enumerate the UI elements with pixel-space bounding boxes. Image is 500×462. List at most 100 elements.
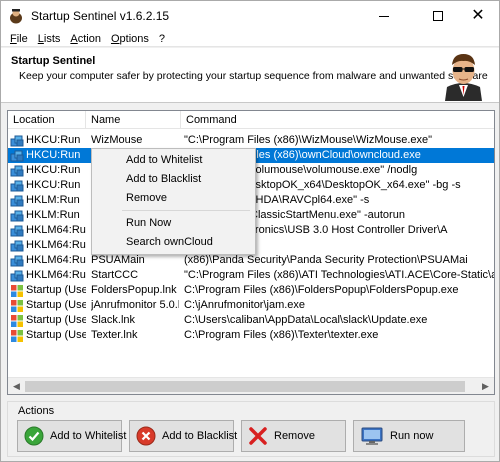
table-row[interactable]: Startup (User) jAnrufmonitor 5.0.lnk C:\jA…: [8, 298, 494, 313]
row-location-text: HKCU:Run: [26, 134, 81, 146]
row-location: HKLM64:Run: [10, 268, 86, 283]
x-circle-icon: [136, 426, 156, 446]
row-command: "C:\Program Files (x86)\ATI Technologies…: [184, 269, 494, 281]
add-to-blacklist-button[interactable]: Add to Blacklist: [129, 420, 238, 452]
menu-file-accel: F: [10, 32, 17, 45]
row-location: Startup (User): [10, 283, 86, 298]
scroll-right-icon[interactable]: ▶: [477, 378, 494, 394]
list-header: Location Name Command: [8, 111, 494, 129]
row-location-text: HKLM64:Run: [26, 269, 86, 281]
row-location-text: Startup (User): [26, 329, 86, 341]
row-location: Startup (User): [10, 328, 86, 343]
menu-help-label: ?: [158, 32, 166, 45]
close-button[interactable]: ✕: [455, 1, 500, 31]
table-row[interactable]: HKLM64:Run StartCCC "C:\Program Files (x86…: [8, 268, 494, 283]
table-row[interactable]: Startup (User) Slack.lnk C:\Users\caliban\…: [8, 313, 494, 328]
row-command: C:\Program Files (x86)\Texter\texter.exe: [184, 329, 379, 341]
remove-label: Remove: [274, 430, 315, 442]
row-command: (x86)\Panda Security\Panda Security Prot…: [184, 254, 468, 266]
table-row[interactable]: HKCU:Run WizMouse "C:\Program Files (x86)\…: [8, 133, 494, 148]
menu-action-accel: A: [70, 32, 78, 45]
ctx-search[interactable]: Search ownCloud: [92, 233, 255, 251]
menu-lists[interactable]: Lists: [33, 33, 66, 45]
maximize-icon: [433, 11, 443, 21]
registry-icon: [10, 165, 24, 176]
column-name[interactable]: Name: [86, 111, 181, 129]
row-location-text: HKLM64:Run: [26, 224, 86, 236]
column-command[interactable]: Command: [181, 111, 494, 129]
menu-options[interactable]: Options: [106, 33, 154, 45]
menu-action[interactable]: Action: [65, 33, 106, 45]
add-to-whitelist-label: Add to Whitelist: [50, 430, 127, 442]
row-name: WizMouse: [91, 134, 143, 146]
row-command: C:\Program Files (x86)\FoldersPopup\Fold…: [184, 284, 459, 296]
app-window: Startup Sentinel v1.6.2.15 ✕ File Lists …: [0, 0, 500, 462]
menu-options-accel: O: [110, 32, 120, 45]
row-location: HKLM:Run: [10, 193, 86, 208]
row-name: Texter.lnk: [91, 329, 138, 341]
shortcut-icon: [11, 284, 23, 297]
scroll-left-icon[interactable]: ◀: [8, 378, 25, 394]
ctx-remove[interactable]: Remove: [92, 189, 255, 207]
row-location-text: HKCU:Run: [26, 164, 81, 176]
row-location: HKLM:Run: [10, 208, 86, 223]
horizontal-scrollbar[interactable]: ◀ ▶: [8, 377, 494, 394]
remove-button[interactable]: Remove: [241, 420, 346, 452]
row-location-text: HKCU:Run: [26, 179, 81, 191]
menu-action-rest: ction: [77, 32, 101, 45]
registry-icon: [10, 150, 24, 161]
row-location-text: Startup (User): [26, 314, 86, 326]
check-circle-icon: [24, 426, 44, 446]
title-bar[interactable]: Startup Sentinel v1.6.2.15 ✕: [1, 1, 499, 31]
ctx-add-to-whitelist[interactable]: Add to Whitelist: [92, 151, 255, 169]
table-row[interactable]: Startup (User) Texter.lnk C:\Program Files…: [8, 328, 494, 343]
row-name: jAnrufmonitor 5.0.lnk: [91, 299, 179, 311]
row-location: HKCU:Run: [10, 178, 86, 193]
registry-icon: [10, 210, 24, 221]
context-menu: Add to Whitelist Add to Blacklist Remove…: [91, 148, 256, 255]
run-now-label: Run now: [390, 430, 434, 442]
actions-label: Actions: [18, 405, 55, 417]
row-location-text: Startup (User): [26, 299, 86, 311]
agent-mascot-icon: [445, 54, 482, 101]
table-row[interactable]: Startup (User) FoldersPopup.lnk C:\Program…: [8, 283, 494, 298]
window-title: Startup Sentinel v1.6.2.15: [31, 9, 170, 23]
row-location: HKLM64:Run: [10, 253, 86, 268]
minimize-button[interactable]: [361, 1, 407, 31]
header-description: Keep your computer safer by protecting y…: [19, 70, 488, 82]
menu-lists-rest: ists: [43, 32, 61, 45]
row-name: StartCCC: [91, 269, 139, 281]
menu-file[interactable]: File: [5, 33, 33, 45]
shortcut-icon: [11, 314, 23, 327]
table-row[interactable]: HKLM64:Run PSUAMain (x86)\Panda Security\P…: [8, 253, 494, 268]
add-to-blacklist-label: Add to Blacklist: [162, 430, 238, 442]
actions-group: Actions Add to Whitelist Add to Blacklis…: [7, 401, 495, 457]
header-title: Startup Sentinel: [11, 55, 96, 67]
close-icon: ✕: [471, 7, 485, 24]
registry-icon: [10, 225, 24, 236]
ctx-run-now[interactable]: Run Now: [92, 214, 255, 232]
shortcut-icon: [11, 329, 23, 342]
row-location: HKCU:Run: [10, 133, 86, 148]
column-location[interactable]: Location: [8, 111, 86, 129]
ctx-add-to-blacklist[interactable]: Add to Blacklist: [92, 170, 255, 188]
monitor-icon: [361, 427, 383, 445]
registry-icon: [10, 180, 24, 191]
ctx-separator: [122, 210, 250, 211]
shortcut-icon: [11, 299, 23, 312]
scroll-thumb[interactable]: [25, 381, 465, 392]
run-now-button[interactable]: Run now: [353, 420, 465, 452]
row-location-text: HKLM64:Run: [26, 239, 86, 251]
menu-file-rest: ile: [16, 32, 28, 45]
menu-help[interactable]: ?: [154, 33, 170, 45]
registry-icon: [10, 255, 24, 266]
add-to-whitelist-button[interactable]: Add to Whitelist: [17, 420, 126, 452]
row-location-text: Startup (User): [26, 284, 86, 296]
minimize-icon: [379, 15, 389, 17]
row-location-text: HKCU:Run: [26, 149, 81, 161]
red-x-icon: [249, 427, 267, 445]
registry-icon: [10, 135, 24, 146]
row-name: FoldersPopup.lnk: [91, 284, 177, 296]
registry-icon: [10, 195, 24, 206]
registry-icon: [10, 270, 24, 281]
